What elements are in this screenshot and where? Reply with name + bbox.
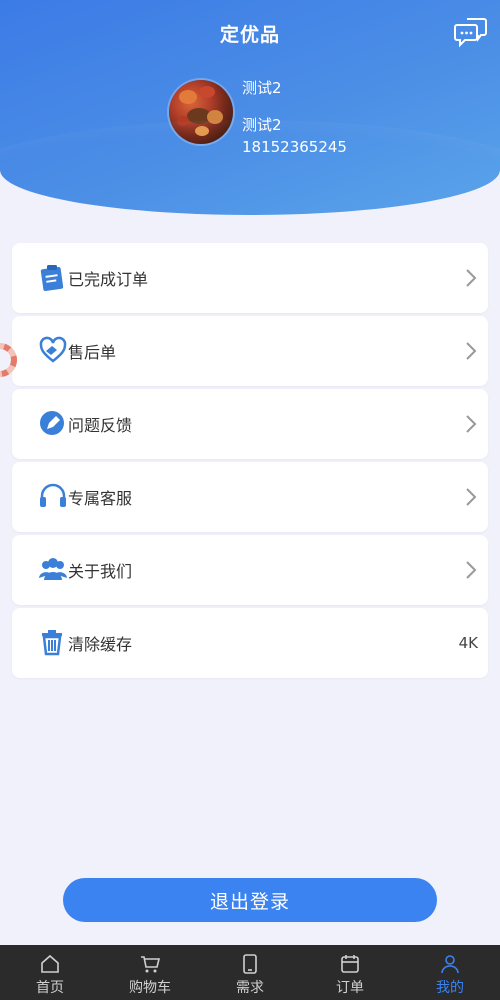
tab-cart[interactable]: 购物车 (100, 945, 200, 1000)
floating-lifebuoy-icon[interactable] (0, 340, 20, 380)
tab-home[interactable]: 首页 (0, 945, 100, 1000)
logout-button[interactable]: 退出登录 (63, 878, 437, 922)
menu-item-label: 关于我们 (68, 562, 133, 581)
menu-item-about-us[interactable]: 关于我们 (12, 535, 488, 605)
tab-orders[interactable]: 订单 (300, 945, 400, 1000)
cart-icon (141, 956, 161, 973)
menu-item-clear-cache[interactable]: 清除缓存 4K (12, 608, 488, 678)
message-icon[interactable] (454, 16, 488, 48)
tab-label: 订单 (336, 980, 364, 996)
headset-icon (38, 481, 68, 511)
order-clipboard-icon (38, 262, 68, 292)
tab-mine[interactable]: 我的 (400, 945, 500, 1000)
chevron-right-icon (464, 559, 478, 581)
menu-item-label: 已完成订单 (68, 270, 149, 289)
tab-demand[interactable]: 需求 (200, 945, 300, 1000)
user-icon (441, 955, 459, 974)
user-phone: 18152365245 (242, 138, 347, 156)
bottom-tab-bar: 首页 购物车 需求 订单 我的 (0, 945, 500, 1000)
chevron-right-icon (464, 486, 478, 508)
trash-icon (38, 627, 68, 657)
chevron-right-icon (464, 340, 478, 362)
avatar[interactable] (169, 80, 233, 144)
phone-icon (243, 954, 257, 974)
chevron-right-icon (464, 413, 478, 435)
chevron-right-icon (464, 267, 478, 289)
heart-hand-icon (38, 335, 68, 365)
home-icon (41, 954, 59, 973)
menu-item-label: 专属客服 (68, 489, 133, 508)
profile-header: 定优品 测试2 测试2 18152365245 (0, 0, 500, 215)
menu-item-label: 问题反馈 (68, 416, 133, 435)
users-icon (38, 554, 68, 584)
pencil-icon (38, 408, 68, 438)
user-name: 测试2 (242, 116, 282, 134)
menu-item-label: 售后单 (68, 343, 117, 362)
menu-list: 已完成订单 售后单 问题反馈 专属客服 关于我们 清除缓存 4K (12, 243, 488, 681)
cache-size-value: 4K (458, 634, 478, 652)
menu-item-after-sales[interactable]: 售后单 (12, 316, 488, 386)
tab-label: 购物车 (129, 980, 171, 996)
menu-item-feedback[interactable]: 问题反馈 (12, 389, 488, 459)
tab-label: 首页 (36, 980, 64, 996)
page-title: 定优品 (219, 24, 280, 46)
menu-item-customer-service[interactable]: 专属客服 (12, 462, 488, 532)
nickname: 测试2 (242, 79, 282, 97)
calendar-icon (341, 955, 359, 973)
tab-label: 需求 (236, 980, 264, 996)
menu-item-label: 清除缓存 (68, 635, 133, 654)
menu-item-completed-orders[interactable]: 已完成订单 (12, 243, 488, 313)
tab-label: 我的 (436, 980, 464, 996)
